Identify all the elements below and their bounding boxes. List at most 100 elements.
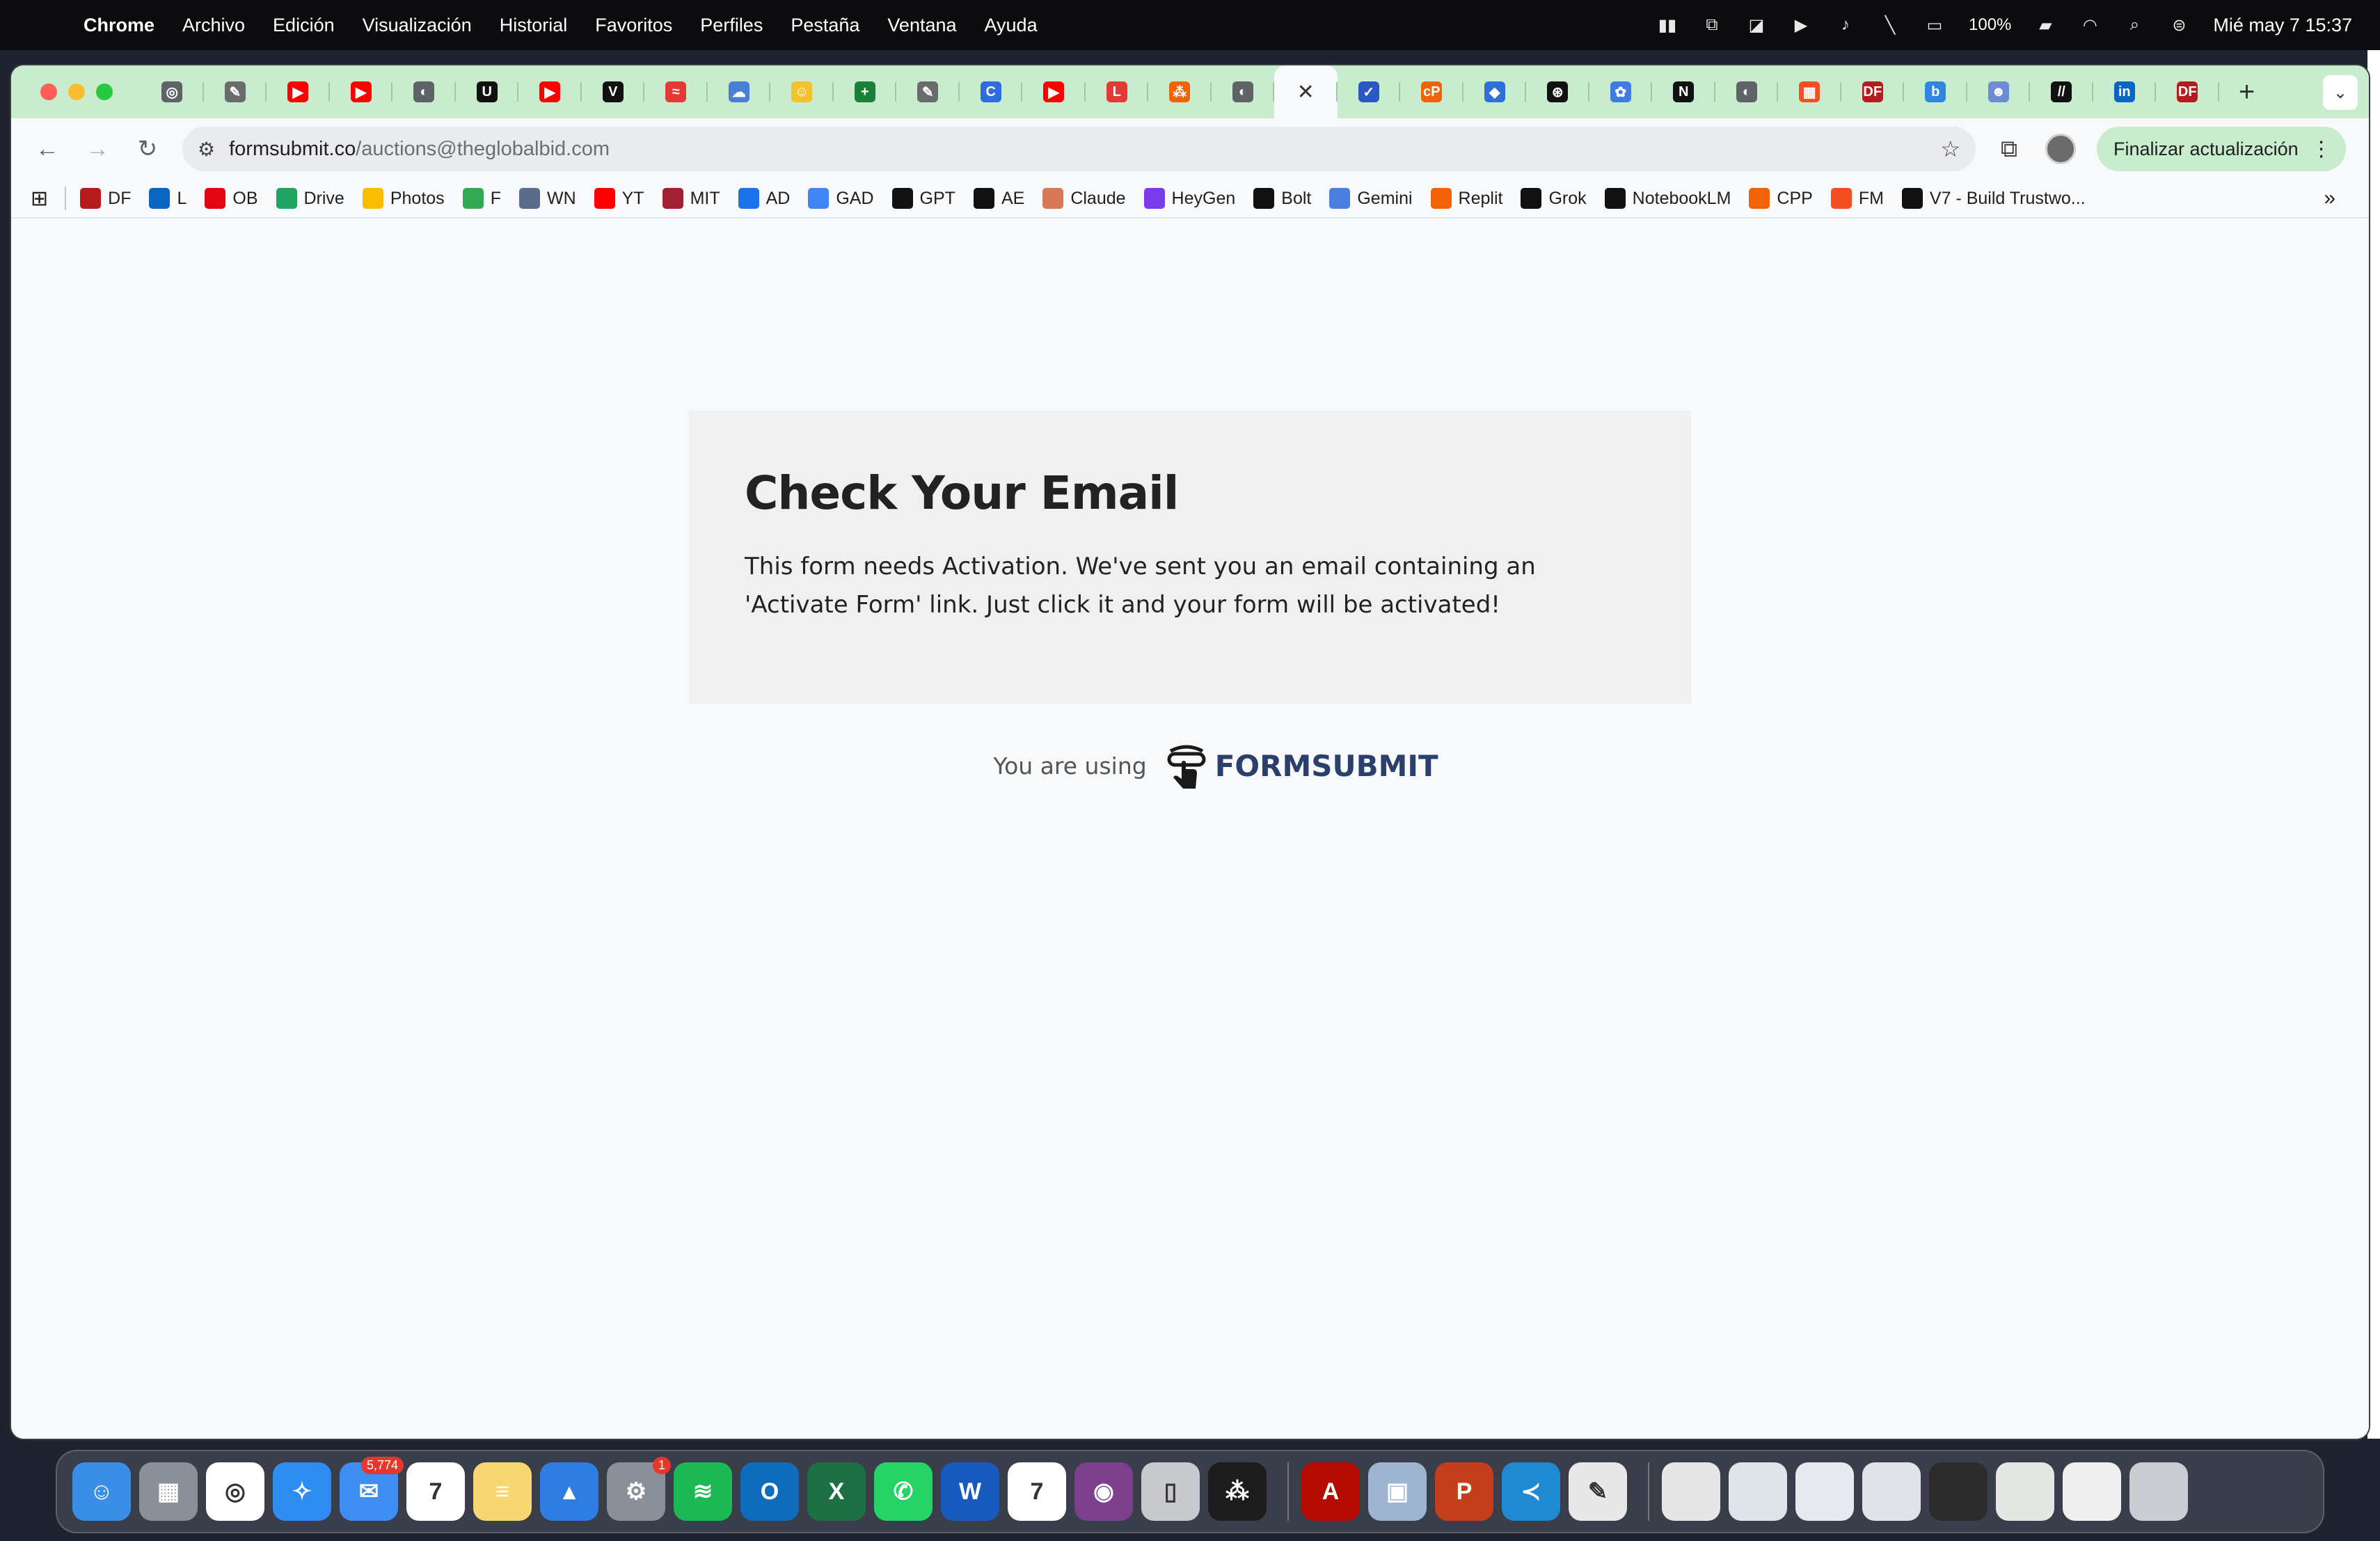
tab[interactable]: ▶ (518, 65, 582, 118)
play-icon[interactable]: ▶ (1791, 15, 1811, 35)
launchpad-icon[interactable]: ▦ (139, 1462, 198, 1521)
whatsapp-icon[interactable]: ✆ (874, 1462, 933, 1521)
bookmark-item[interactable]: AD (738, 188, 790, 209)
tab[interactable]: ☺ (770, 65, 834, 118)
replit-icon[interactable]: ⁂ (1208, 1462, 1267, 1521)
bookmark-item[interactable]: Grok (1521, 188, 1587, 209)
apps-grid-icon[interactable]: ⊞ (31, 187, 48, 211)
textedit-icon[interactable]: ✎ (1569, 1462, 1627, 1521)
tab[interactable]: V (582, 65, 645, 118)
finder-icon[interactable]: ☺ (72, 1462, 131, 1521)
close-window-button[interactable] (40, 84, 57, 100)
bookmark-star-icon[interactable]: ☆ (1940, 136, 1960, 162)
acrobat-icon[interactable]: A (1301, 1462, 1360, 1521)
menu-archivo[interactable]: Archivo (182, 15, 245, 36)
tab[interactable]: + (834, 65, 897, 118)
vscode-icon[interactable]: ≺ (1502, 1462, 1560, 1521)
bookmark-item[interactable]: OB (205, 188, 258, 209)
menu-ayuda[interactable]: Ayuda (985, 15, 1038, 36)
window-thumbnail-icon[interactable] (2063, 1462, 2121, 1521)
address-bar[interactable]: ⚙ formsubmit.co/auctions@theglobalbid.co… (182, 127, 1976, 171)
menu-visualizacion[interactable]: Visualización (363, 15, 472, 36)
safari-icon[interactable]: ✧ (273, 1462, 331, 1521)
tab[interactable]: DF (2156, 65, 2219, 118)
finish-update-button[interactable]: Finalizar actualización ⋮ (2097, 127, 2346, 171)
tab[interactable]: ✎ (204, 65, 267, 118)
bookmark-item[interactable]: NotebookLM (1604, 188, 1731, 209)
notes-icon[interactable]: ≡ (473, 1462, 532, 1521)
bookmark-item[interactable]: HeyGen (1143, 188, 1235, 209)
tab[interactable]: ▶ (267, 65, 330, 118)
bookmark-item[interactable]: L (149, 188, 187, 209)
menu-perfiles[interactable]: Perfiles (700, 15, 763, 36)
system-settings-icon[interactable]: ⚙ 1 (607, 1457, 671, 1521)
tab[interactable]: // (2030, 65, 2093, 118)
tab[interactable]: ⊛ (1526, 65, 1589, 118)
tab[interactable]: ◎ (141, 65, 204, 118)
extensions-icon[interactable]: ⧉ (1994, 136, 2024, 163)
document-thumbnail-icon[interactable] (1662, 1462, 1720, 1521)
calendar-icon[interactable]: 7 (406, 1462, 465, 1521)
battery-icon[interactable]: ▰ (2035, 15, 2056, 35)
word-icon[interactable]: W (941, 1462, 999, 1521)
tab[interactable]: ☁ (708, 65, 771, 118)
bookmark-item[interactable]: Replit (1430, 188, 1502, 209)
close-icon[interactable]: ✕ (1295, 81, 1316, 104)
window-thumbnail-icon[interactable] (1795, 1462, 1854, 1521)
window-thumbnail-icon[interactable] (1729, 1462, 1787, 1521)
tab[interactable]: ≈ (644, 65, 708, 118)
bookmark-item[interactable]: Bolt (1253, 188, 1311, 209)
bookmark-item[interactable]: DF (80, 188, 131, 209)
bookmark-item[interactable]: FM (1830, 188, 1884, 209)
bookmark-item[interactable]: Gemini (1329, 188, 1413, 209)
audio-waveform-icon[interactable]: ▮▮ (1657, 15, 1678, 35)
tab[interactable]: ◐ (1715, 65, 1779, 118)
tab[interactable]: ✿ (1589, 65, 1653, 118)
tab[interactable]: U (456, 65, 519, 118)
bookmark-item[interactable]: YT (594, 188, 644, 209)
wifi-icon[interactable]: ◠ (2079, 15, 2100, 35)
tab[interactable]: L (1086, 65, 1149, 118)
tab[interactable]: ☻ (1967, 65, 2031, 118)
new-tab-button[interactable]: + (2226, 65, 2268, 118)
bookmark-item[interactable]: GPT (891, 188, 955, 209)
formsubmit-logo[interactable]: FORMSUBMIT (1164, 741, 1438, 790)
more-bookmarks-icon[interactable]: » (2324, 187, 2335, 210)
chrome-icon[interactable]: ◎ (206, 1462, 264, 1521)
bookmark-item[interactable]: Claude (1042, 188, 1126, 209)
tab[interactable]: ✓ (1338, 65, 1401, 118)
calendar-7-icon[interactable]: 7 (1008, 1462, 1066, 1521)
iphone-mirroring-icon[interactable]: ▯ (1141, 1462, 1200, 1521)
keyboard-icon[interactable]: ▭ (1924, 15, 1945, 35)
tab[interactable]: DF (1841, 65, 1905, 118)
translate-icon[interactable]: ⧉ (1701, 15, 1722, 35)
bookmark-item[interactable]: MIT (662, 188, 720, 209)
menu-edicion[interactable]: Edición (273, 15, 335, 36)
tab-active[interactable]: ✕ (1274, 65, 1338, 118)
keynote-icon[interactable]: ▴ (540, 1462, 598, 1521)
tab[interactable]: ⁂ (1148, 65, 1212, 118)
spotify-icon[interactable]: ≋ (674, 1462, 732, 1521)
bookmark-item[interactable]: GAD (808, 188, 874, 209)
window-thumbnail-icon[interactable] (1862, 1462, 1921, 1521)
trash-icon[interactable] (2129, 1462, 2188, 1521)
bookmark-item[interactable]: AE (973, 188, 1024, 209)
tab[interactable]: cP (1400, 65, 1463, 118)
bookmark-item[interactable]: Photos (362, 188, 445, 209)
tab[interactable]: b (1904, 65, 1967, 118)
tab[interactable]: ▦ (1778, 65, 1841, 118)
tab[interactable]: ✎ (896, 65, 960, 118)
menu-historial[interactable]: Historial (500, 15, 568, 36)
pen-icon[interactable]: ╲ (1880, 15, 1901, 35)
tab[interactable]: ◐ (392, 65, 456, 118)
tab-search-button[interactable]: ⌄ (2323, 75, 2358, 110)
tab[interactable]: ◆ (1463, 65, 1527, 118)
excel-icon[interactable]: X (807, 1462, 866, 1521)
preview-icon[interactable]: ▣ (1368, 1462, 1427, 1521)
more-menu-icon[interactable]: ⋮ (2311, 137, 2332, 161)
clock[interactable]: Mié may 7 15:37 (2213, 15, 2352, 36)
minimize-window-button[interactable] (68, 84, 85, 100)
bookmark-item[interactable]: F (462, 188, 501, 209)
tab[interactable]: N (1652, 65, 1715, 118)
control-center-icon[interactable]: ⊜ (2168, 15, 2189, 35)
